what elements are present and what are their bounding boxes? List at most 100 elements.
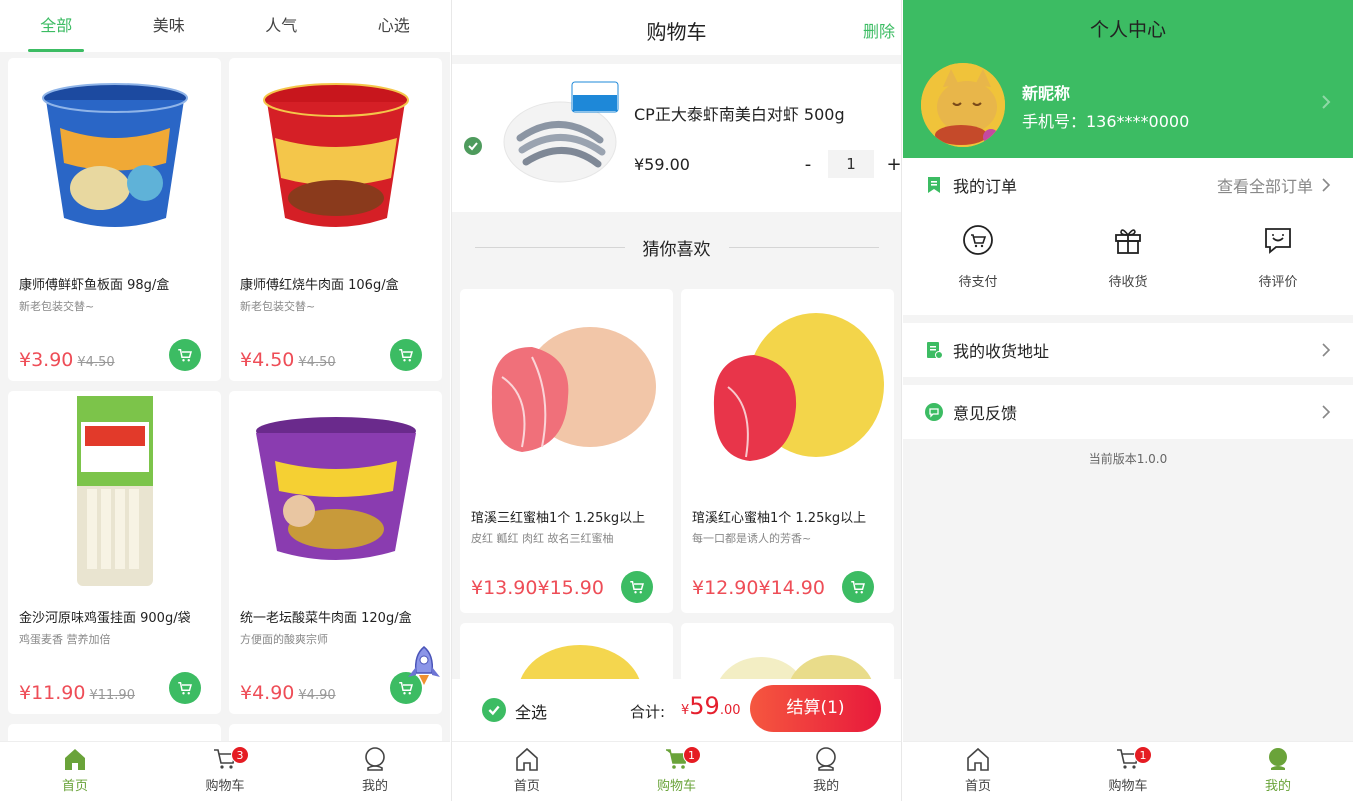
address-section: 我的收货地址 bbox=[903, 323, 1353, 377]
original-price: ¥4.90 bbox=[298, 688, 336, 703]
feedback-section: 意见反馈 bbox=[903, 385, 1353, 439]
cart-badge: 1 bbox=[682, 746, 701, 764]
feedback-label: 意见反馈 bbox=[953, 404, 1018, 423]
delete-button[interactable]: 删除 bbox=[863, 18, 895, 42]
cart-item-name: CP正大泰虾南美白对虾 500g bbox=[634, 105, 845, 124]
select-all-label[interactable]: 全选 bbox=[515, 699, 547, 723]
tab-label: 购物车 bbox=[1108, 779, 1148, 794]
home-screen: 全部 美味 人气 心选 康师傅鲜虾鱼板面 98g/盒 新老包装交替~ ¥3.90… bbox=[0, 0, 450, 801]
product-card[interactable]: 康师傅鲜虾鱼板面 98g/盒 新老包装交替~ ¥3.90 ¥4.50 bbox=[8, 58, 221, 381]
item-checkbox[interactable] bbox=[464, 137, 482, 155]
tab-home[interactable]: 首页 bbox=[452, 742, 602, 801]
address-row[interactable]: 我的收货地址 bbox=[903, 323, 1353, 377]
bookmark-icon bbox=[928, 177, 940, 193]
bottom-tab-bar: 首页 1 购物车 我的 bbox=[452, 741, 901, 801]
select-all-checkbox[interactable] bbox=[482, 698, 506, 722]
chevron-right-icon bbox=[1322, 405, 1331, 419]
back-to-top-rocket-icon[interactable] bbox=[404, 645, 444, 687]
cart-screen: 购物车 删除 CP正大泰虾南美白对虾 500g ¥59.00 - 1 + 猜你喜… bbox=[451, 0, 902, 801]
add-to-cart-button[interactable] bbox=[842, 571, 874, 603]
product-desc: 每一口都是诱人的芳香~ bbox=[692, 532, 812, 545]
tab-cart[interactable]: 1 购物车 bbox=[602, 742, 752, 801]
order-pending-payment[interactable]: 待支付 bbox=[903, 224, 1053, 290]
checkout-button[interactable]: 结算(1) bbox=[750, 685, 881, 732]
cart-item-price: ¥59.00 bbox=[634, 155, 690, 174]
tab-all[interactable]: 全部 bbox=[0, 0, 113, 52]
add-to-cart-button[interactable] bbox=[169, 339, 201, 371]
feedback-icon bbox=[925, 403, 943, 421]
cart-item: CP正大泰虾南美白对虾 500g ¥59.00 - 1 + bbox=[452, 64, 901, 212]
product-grid: 康师傅鲜虾鱼板面 98g/盒 新老包装交替~ ¥3.90 ¥4.50 康师傅红烧牛… bbox=[8, 58, 442, 764]
tab-popular[interactable]: 人气 bbox=[225, 0, 338, 52]
tab-mine[interactable]: 我的 bbox=[751, 742, 901, 801]
cart-header: 购物车 删除 bbox=[452, 0, 901, 55]
tab-home[interactable]: 首页 bbox=[0, 742, 150, 801]
add-to-cart-button[interactable] bbox=[169, 672, 201, 704]
bottom-tab-bar: 首页 1 购物车 我的 bbox=[903, 741, 1353, 801]
feedback-row[interactable]: 意见反馈 bbox=[903, 385, 1353, 439]
tab-label: 首页 bbox=[61, 779, 88, 794]
checkout-bar: 全选 合计: ¥59.00 结算(1) bbox=[452, 679, 901, 741]
divider bbox=[474, 246, 625, 248]
cart-badge: 1 bbox=[1134, 746, 1152, 764]
product-card[interactable]: 琯溪三红蜜柚1个 1.25kg以上 皮红 瓤红 肉红 故名三红蜜柚 ¥13.90… bbox=[460, 289, 673, 613]
tab-label: 首页 bbox=[964, 779, 991, 794]
nickname: 新昵称 bbox=[1022, 84, 1071, 103]
page-title: 个人中心 bbox=[1089, 19, 1166, 41]
recommend-grid: 琯溪三红蜜柚1个 1.25kg以上 皮红 瓤红 肉红 故名三红蜜柚 ¥13.90… bbox=[460, 289, 894, 683]
order-pending-review[interactable]: 待评价 bbox=[1203, 224, 1353, 290]
home-icon bbox=[516, 747, 538, 771]
tab-mine[interactable]: 我的 bbox=[1203, 742, 1353, 801]
orders-section: 我的订单 查看全部订单 待支付 待收货 待评价 bbox=[903, 158, 1353, 315]
cart-icon bbox=[178, 682, 192, 695]
tab-cart[interactable]: 3 购物车 bbox=[150, 742, 300, 801]
product-name: 琯溪红心蜜柚1个 1.25kg以上 bbox=[692, 511, 867, 526]
product-card[interactable] bbox=[681, 623, 894, 683]
product-image bbox=[502, 80, 620, 188]
add-to-cart-button[interactable] bbox=[390, 339, 422, 371]
product-desc: 新老包装交替~ bbox=[19, 300, 95, 313]
tab-tasty[interactable]: 美味 bbox=[113, 0, 226, 52]
decrease-button[interactable]: - bbox=[796, 154, 820, 175]
phone-number: 手机号：136****0000 bbox=[1022, 112, 1190, 131]
tab-label: 购物车 bbox=[657, 779, 697, 794]
page-title: 购物车 bbox=[646, 20, 707, 44]
product-name: 统一老坛酸菜牛肉面 120g/盒 bbox=[240, 611, 412, 626]
product-image bbox=[460, 289, 673, 494]
user-icon bbox=[1269, 748, 1287, 770]
home-icon bbox=[967, 747, 989, 771]
user-header[interactable]: 个人中心 新昵称 手机号：136****0000 bbox=[903, 0, 1353, 158]
avatar[interactable] bbox=[921, 63, 1005, 147]
quantity-value[interactable]: 1 bbox=[828, 150, 874, 178]
product-price: ¥11.90 ¥11.90 bbox=[19, 682, 135, 704]
tab-label: 购物车 bbox=[205, 779, 245, 794]
product-image bbox=[229, 391, 442, 591]
address-icon bbox=[927, 342, 943, 359]
tab-mine[interactable]: 我的 bbox=[300, 742, 450, 801]
original-price: ¥4.50 bbox=[298, 355, 336, 370]
product-name: 琯溪三红蜜柚1个 1.25kg以上 bbox=[471, 511, 646, 526]
add-to-cart-button[interactable] bbox=[621, 571, 653, 603]
chevron-right-icon bbox=[1322, 343, 1331, 357]
product-card[interactable] bbox=[460, 623, 673, 683]
cart-icon bbox=[630, 581, 644, 594]
order-pending-receipt[interactable]: 待收货 bbox=[1053, 224, 1203, 290]
view-all-orders-link[interactable]: 查看全部订单 bbox=[1217, 173, 1331, 197]
tab-selected[interactable]: 心选 bbox=[338, 0, 451, 52]
tab-cart[interactable]: 1 购物车 bbox=[1053, 742, 1203, 801]
section-title: 猜你喜欢 bbox=[642, 239, 711, 260]
tab-home[interactable]: 首页 bbox=[903, 742, 1053, 801]
user-icon bbox=[816, 747, 836, 771]
comment-icon bbox=[1265, 228, 1291, 254]
product-card[interactable]: 金沙河原味鸡蛋挂面 900g/袋 鸡蛋麦香 营养加倍 ¥11.90 ¥11.90 bbox=[8, 391, 221, 714]
tab-label: 首页 bbox=[513, 779, 540, 794]
increase-button[interactable]: + bbox=[882, 154, 901, 175]
product-card[interactable]: 琯溪红心蜜柚1个 1.25kg以上 每一口都是诱人的芳香~ ¥12.90¥14.… bbox=[681, 289, 894, 613]
orders-row[interactable]: 我的订单 查看全部订单 bbox=[903, 158, 1353, 212]
product-desc: 皮红 瓤红 肉红 故名三红蜜柚 bbox=[471, 532, 614, 545]
product-price: ¥13.90¥15.90 bbox=[471, 577, 604, 599]
tab-label: 我的 bbox=[361, 779, 388, 794]
original-price: ¥4.50 bbox=[77, 355, 115, 370]
product-card[interactable]: 康师傅红烧牛肉面 106g/盒 新老包装交替~ ¥4.50 ¥4.50 bbox=[229, 58, 442, 381]
product-image bbox=[8, 391, 221, 591]
